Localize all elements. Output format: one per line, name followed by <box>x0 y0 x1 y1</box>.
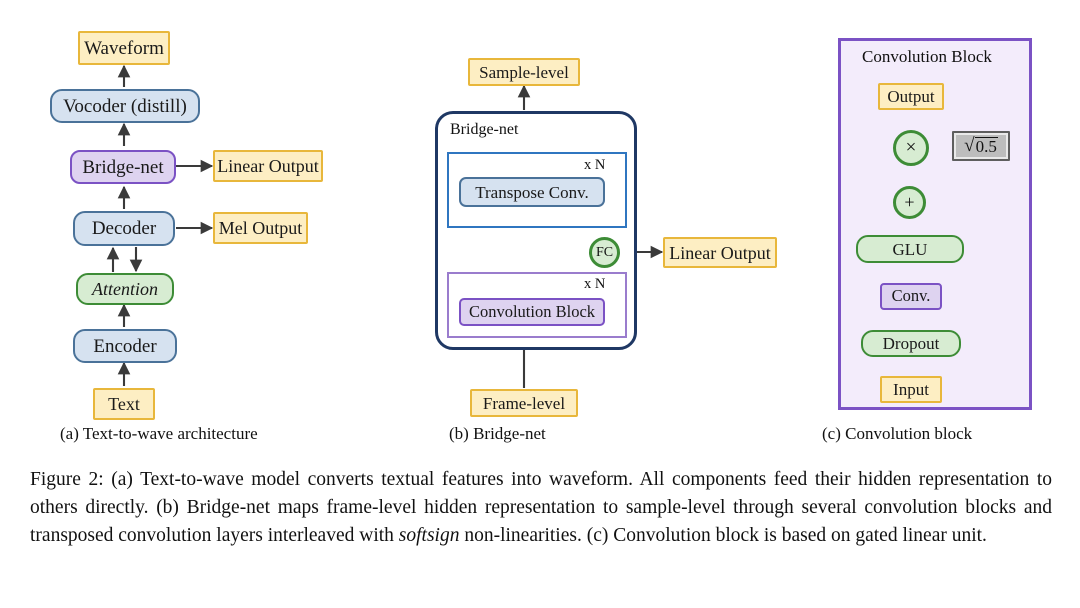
caption-softsign-term: softsign <box>398 524 460 546</box>
label-transpose-repeat: x N <box>584 157 606 173</box>
label-bridge-net: Bridge-net <box>450 121 519 138</box>
node-mel-output: Mel Output <box>213 212 308 244</box>
label-convolution-block-title: Convolution Block <box>862 47 992 66</box>
node-vocoder: Vocoder (distill) <box>50 89 200 123</box>
node-glu: GLU <box>856 235 964 263</box>
node-frame-level: Frame-level <box>470 389 578 417</box>
node-text: Text <box>93 388 155 420</box>
subcaption-panel-a: (a) Text-to-wave architecture <box>60 424 258 443</box>
node-input: Input <box>880 376 942 403</box>
node-dropout: Dropout <box>861 330 961 357</box>
label-conv-repeat: x N <box>584 276 606 292</box>
node-waveform: Waveform <box>78 31 170 65</box>
node-encoder: Encoder <box>73 329 177 363</box>
caption-part-2: non-linearities. (c) Convolution block i… <box>459 524 987 546</box>
node-fc: FC <box>589 237 620 268</box>
node-output: Output <box>878 83 944 110</box>
node-bridge-net: Bridge-net <box>70 150 176 184</box>
figure-caption: Figure 2: (a) Text-to-wave model convert… <box>30 466 1052 550</box>
node-linear-output-b: Linear Output <box>663 237 777 268</box>
sqrt-value: 0.5 <box>974 137 998 157</box>
node-multiply: × <box>893 130 929 166</box>
subcaption-panel-c: (c) Convolution block <box>822 424 973 443</box>
node-transpose-conv: Transpose Conv. <box>459 177 605 207</box>
node-add: + <box>893 186 926 219</box>
node-linear-output-a: Linear Output <box>213 150 323 182</box>
node-sqrt-half: √ 0.5 <box>952 131 1010 161</box>
node-conv: Conv. <box>880 283 942 310</box>
node-attention: Attention <box>76 273 174 305</box>
sqrt-symbol: √ <box>964 135 975 157</box>
node-convolution-block: Convolution Block <box>459 298 605 326</box>
figure-2: Waveform Vocoder (distill) Bridge-net Li… <box>0 0 1080 608</box>
node-sample-level: Sample-level <box>468 58 580 86</box>
subcaption-panel-b: (b) Bridge-net <box>449 424 546 443</box>
node-decoder: Decoder <box>73 211 175 246</box>
